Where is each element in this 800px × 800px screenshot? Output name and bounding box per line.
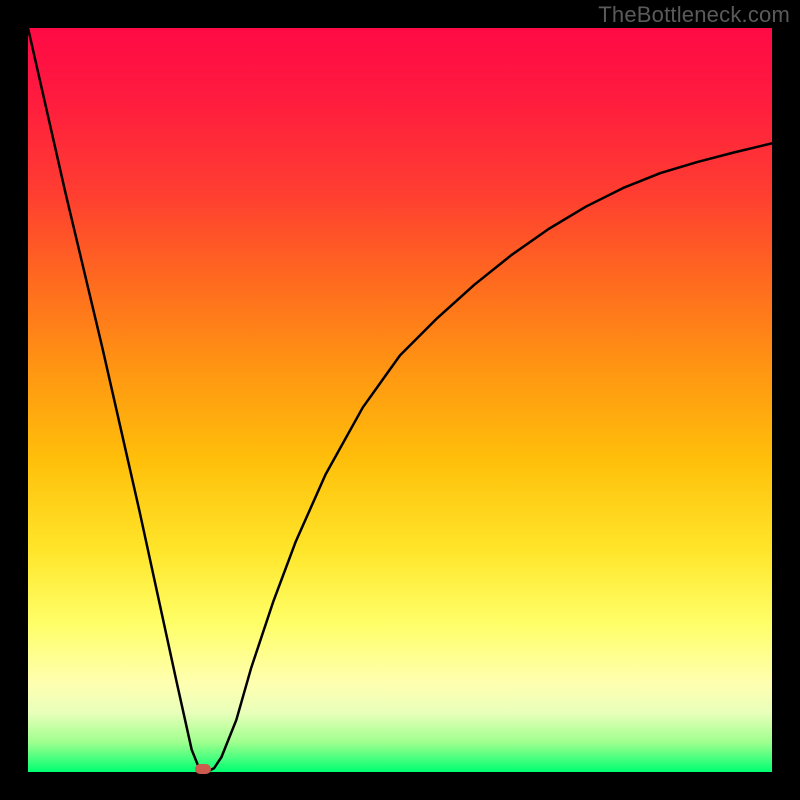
- bottleneck-curve: [28, 28, 772, 772]
- plot-area: [28, 28, 772, 772]
- watermark-text: TheBottleneck.com: [598, 2, 790, 28]
- chart-frame: TheBottleneck.com: [0, 0, 800, 800]
- minimum-marker: [195, 764, 211, 774]
